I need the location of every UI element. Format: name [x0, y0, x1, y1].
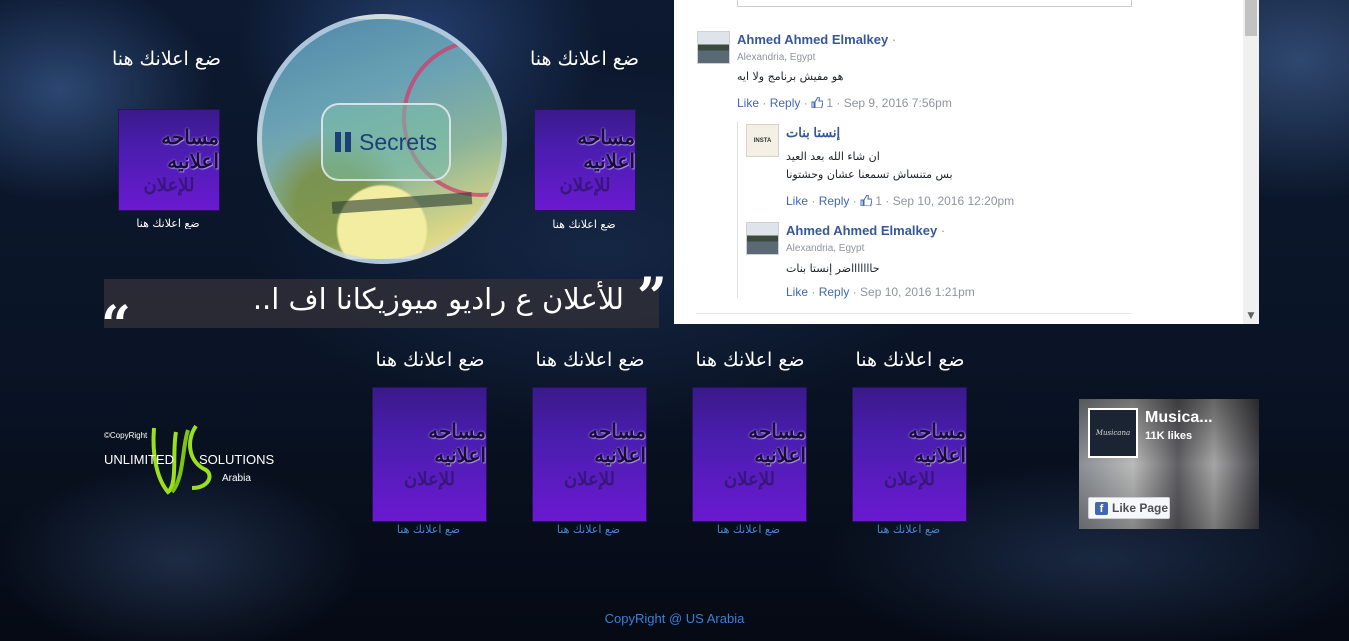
ad-box-subheading: للإعلان [564, 469, 615, 490]
reply-link[interactable]: Reply [770, 96, 801, 110]
ad-banner-bottom-4[interactable]: مساحه اعلانيه للإعلان [852, 387, 967, 522]
comment-text: حاااااااضر إنستا بنات [786, 262, 880, 275]
facebook-comments-panel[interactable] [674, 0, 1259, 324]
ad-banner-top-right[interactable]: مساحه اعلانيه للإعلان [534, 109, 636, 211]
ad-box-subheading: للإعلان [404, 469, 455, 490]
ad-title-bottom: ضع اعلانك هنا [535, 349, 645, 371]
pause-icon [335, 132, 351, 152]
ad-caption-top-left[interactable]: ضع اعلانك هنا [118, 217, 218, 229]
comment-author[interactable]: Ahmed Ahmed Elmalkey · [786, 223, 945, 238]
ad-box-subheading: للإعلان [884, 469, 935, 490]
like-page-button[interactable]: f Like Page [1088, 497, 1170, 519]
comment-input[interactable] [737, 0, 1132, 7]
like-link[interactable]: Like [786, 194, 808, 208]
page-likes-count: 11K likes [1145, 430, 1193, 442]
like-link[interactable]: Like [737, 96, 759, 110]
ad-banner-top-left[interactable]: مساحه اعلانيه للإعلان [118, 109, 220, 211]
comment-actions: Like · Reply · 1 · Sep 10, 2016 12:20pm [786, 194, 1015, 208]
footer-copyright[interactable]: CopyRight @ US Arabia [0, 611, 1349, 626]
thread-line [737, 122, 738, 298]
reply-link[interactable]: Reply [819, 285, 850, 299]
comment-time[interactable]: Sep 10, 2016 1:21pm [860, 285, 975, 299]
ad-banner-bottom-2[interactable]: مساحه اعلانيه للإعلان [532, 387, 647, 522]
like-link[interactable]: Like [786, 285, 808, 299]
ad-box-heading: مساحه اعلانيه [428, 419, 486, 467]
page-profile-picture[interactable]: Musicana [1088, 408, 1138, 458]
like-count: 1 [826, 96, 834, 110]
reply-link[interactable]: Reply [819, 194, 850, 208]
comment-text: بس متنساش تسمعنا عشان وحشتونا [786, 168, 953, 181]
comment-text: هو مفيش برنامج ولا ايه [737, 70, 844, 83]
ad-caption-bottom[interactable]: ضع اعلانك هنا [852, 523, 965, 536]
ad-title-top-right: ضع اعلانك هنا [529, 48, 640, 70]
comment-author[interactable]: Ahmed Ahmed Elmalkey · [737, 32, 896, 47]
ad-title-bottom: ضع اعلانك هنا [855, 349, 965, 371]
comment-actions: Like · Reply · 1 · Sep 9, 2016 7:56pm [737, 96, 952, 110]
ad-banner-bottom-3[interactable]: مساحه اعلانيه للإعلان [692, 387, 807, 522]
page-name[interactable]: Musica... [1145, 409, 1213, 427]
ad-caption-bottom[interactable]: ضع اعلانك هنا [532, 523, 645, 536]
ad-box-heading: مساحه اعلانيه [908, 419, 966, 467]
ad-box-heading: مساحه اعلانيه [577, 124, 635, 173]
scrollbar-thumb[interactable] [1245, 0, 1257, 36]
facebook-icon: f [1095, 501, 1108, 515]
logo-word-solutions: SOLUTIONS [199, 452, 275, 467]
comment-location: Alexandria, Egypt [737, 52, 816, 63]
avatar[interactable] [697, 31, 730, 64]
ad-caption-top-right[interactable]: ضع اعلانك هنا [534, 218, 634, 231]
close-quote-icon: ” [637, 267, 667, 328]
play-pause-button[interactable]: Secrets [321, 103, 451, 181]
ad-title-top-left: ضع اعلانك هنا [111, 48, 222, 70]
comment-author[interactable]: إنستا بنات [786, 125, 840, 141]
thumbs-up-icon [860, 195, 873, 206]
comment-location: Alexandria, Egypt [786, 243, 865, 254]
ad-title-bottom: ضع اعلانك هنا [375, 349, 485, 371]
ad-banner-bottom-1[interactable]: مساحه اعلانيه للإعلان [372, 387, 487, 522]
ad-box-heading: مساحه اعلانيه [588, 419, 646, 467]
comment-time[interactable]: Sep 9, 2016 7:56pm [844, 96, 952, 110]
ad-caption-bottom[interactable]: ضع اعلانك هنا [372, 523, 485, 536]
ad-box-subheading: للإعلان [143, 174, 195, 196]
avatar[interactable] [746, 222, 779, 255]
comment-actions: Like · Reply · Sep 10, 2016 1:21pm [786, 285, 975, 299]
ad-box-heading: مساحه اعلانيه [161, 124, 219, 173]
scroll-down-icon[interactable]: ▼ [1243, 308, 1259, 324]
open-quote-icon: “ [101, 295, 131, 356]
divider [696, 313, 1131, 314]
advert-banner-text: للأعلان ع راديو ميوزيكانا اف ا.. [252, 282, 624, 316]
logo-word-arabia: Arabia [222, 473, 251, 484]
logo-copyright: ©CopyRight [104, 431, 148, 440]
ad-caption-bottom[interactable]: ضع اعلانك هنا [692, 523, 805, 536]
ad-box-heading: مساحه اعلانيه [748, 419, 806, 467]
like-count: 1 [875, 194, 883, 208]
thumbs-up-icon [811, 97, 824, 108]
like-page-label: Like Page [1112, 501, 1169, 515]
ad-box-subheading: للإعلان [724, 469, 775, 490]
logo-word-unlimited: UNLIMITED [104, 452, 175, 467]
comment-time[interactable]: Sep 10, 2016 12:20pm [893, 194, 1014, 208]
ad-box-subheading: للإعلان [559, 174, 611, 196]
comment-text: ان شاء الله بعد العيد [786, 150, 880, 163]
ad-title-bottom: ضع اعلانك هنا [695, 349, 805, 371]
avatar[interactable]: INSTA [746, 124, 779, 157]
comments-scrollbar[interactable] [1243, 0, 1259, 324]
track-title: Secrets [359, 128, 437, 155]
